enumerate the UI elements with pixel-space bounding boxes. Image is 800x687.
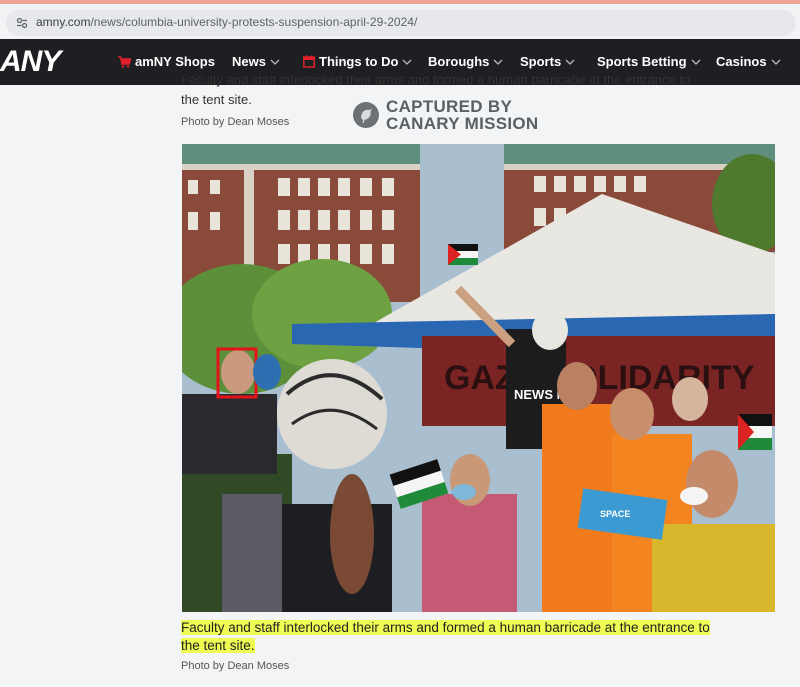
nav-item-news[interactable]: News [232,54,280,69]
previous-caption-cut-line: Faculty and staff interlocked their arms… [181,76,691,87]
nav-label-casinos: Casinos [716,54,767,69]
nav-label-sports: Sports [520,54,562,69]
site-logo[interactable]: ANY [0,46,61,78]
palestinian-flag [448,244,478,265]
url-path: /news/columbia-university-protests-suspe… [90,15,418,29]
caption-line-1: Faculty and staff interlocked their arms… [181,620,710,635]
chevron-down-icon [691,59,701,65]
browser-url-bar: amny.com/news/columbia-university-protes… [0,0,800,39]
nav-item-boroughs[interactable]: Boroughs [428,54,503,69]
nav-label-sports-betting: Sports Betting [597,54,687,69]
url-domain: amny.com [36,15,91,29]
chevron-down-icon [270,59,280,65]
caption-line-2: the tent site. [181,638,255,653]
nav-item-sports-betting[interactable]: Sports Betting [597,54,701,69]
nav-label-news: News [232,54,266,69]
url-text[interactable]: amny.com/news/columbia-university-protes… [36,15,417,29]
article-photo: GAZA SOLIDARITY NEWS NOW SPACE [182,144,775,612]
box-label: SPACE [600,509,630,519]
palestinian-flag [738,414,772,450]
chevron-down-icon [565,59,575,65]
nav-label-amny-shops: amNY Shops [135,54,215,69]
protest-scene-illustration: GAZA SOLIDARITY NEWS NOW SPACE [182,144,775,612]
watermark-line-1: CAPTURED BY [386,97,513,116]
canary-mission-watermark: CAPTURED BY CANARY MISSION [352,98,539,132]
site-settings-icon[interactable] [16,17,28,29]
chevron-down-icon [402,59,412,65]
tent-banner-text: GAZA SOLIDARITY [444,359,755,397]
nav-item-sports[interactable]: Sports [520,54,575,69]
chevron-down-icon [493,59,503,65]
photo-caption: Faculty and staff interlocked their arms… [181,619,771,655]
nav-label-things-to-do: Things to Do [319,54,399,69]
nav-item-amny-shops[interactable]: amNY Shops [118,54,215,69]
calendar-icon [303,55,315,68]
address-field[interactable]: amny.com/news/columbia-university-protes… [6,10,796,36]
chevron-down-icon [771,59,781,65]
cart-icon [118,55,131,68]
canary-bird-icon [353,102,379,128]
watermark-line-2: CANARY MISSION [386,114,539,133]
nav-item-casinos[interactable]: Casinos [716,54,781,69]
photo-credit: Photo by Dean Moses [181,660,290,672]
nav-item-things-to-do[interactable]: Things to Do [303,54,412,69]
nav-label-boroughs: Boroughs [428,54,490,69]
